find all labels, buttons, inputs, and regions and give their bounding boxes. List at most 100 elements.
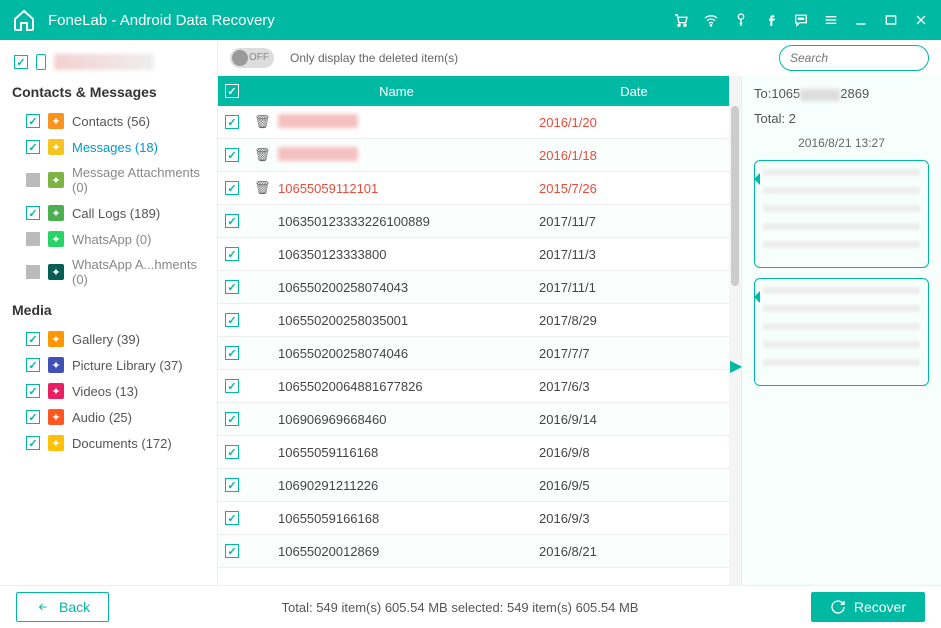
sidebar-item-label: Documents (172) xyxy=(72,436,172,451)
item-checkbox[interactable] xyxy=(26,114,40,128)
table-row[interactable]: 106550591161682016/9/8 xyxy=(218,436,729,469)
search-box[interactable] xyxy=(779,45,929,71)
sidebar-item[interactable]: ✦Picture Library (37) xyxy=(8,352,209,378)
toolbar: OFF Only display the deleted item(s) xyxy=(218,40,941,76)
cell-date: 2016/8/21 xyxy=(539,544,729,559)
toggle-state: OFF xyxy=(249,52,269,63)
deleted-only-toggle[interactable]: OFF xyxy=(230,48,274,68)
docs-icon: ✦ xyxy=(48,435,64,451)
table-row[interactable]: 🗑2016/1/20 xyxy=(218,106,729,139)
category-header: Contacts & Messages xyxy=(12,84,209,100)
table-row[interactable]: 1069069696684602016/9/14 xyxy=(218,403,729,436)
cell-date: 2016/9/3 xyxy=(539,511,729,526)
table-row[interactable]: 106550591661682016/9/3 xyxy=(218,502,729,535)
item-checkbox[interactable] xyxy=(26,232,40,246)
row-checkbox[interactable] xyxy=(225,247,239,261)
row-checkbox[interactable] xyxy=(225,346,239,360)
row-checkbox[interactable] xyxy=(225,379,239,393)
attach-icon: ✦ xyxy=(48,172,64,188)
minimize-icon[interactable] xyxy=(853,12,869,28)
cart-icon[interactable] xyxy=(673,12,689,28)
sidebar-item[interactable]: ✦ WhatsApp A...hments (0) xyxy=(8,252,209,292)
expand-arrow-icon[interactable]: ▶ xyxy=(730,356,742,376)
item-checkbox[interactable] xyxy=(26,410,40,424)
facebook-icon[interactable] xyxy=(763,12,779,28)
device-name-redacted xyxy=(54,54,154,70)
close-icon[interactable] xyxy=(913,12,929,28)
cell-date: 2016/1/18 xyxy=(539,148,729,163)
cell-name: 106550200258074046 xyxy=(272,346,539,361)
messages-icon: ✦ xyxy=(48,139,64,155)
item-checkbox[interactable] xyxy=(26,436,40,450)
sidebar-item[interactable]: ✦Contacts (56) xyxy=(8,108,209,134)
back-button[interactable]: Back xyxy=(16,592,109,622)
table-row[interactable]: 1065502002580350012017/8/29 xyxy=(218,304,729,337)
search-input[interactable] xyxy=(790,51,941,65)
select-all-checkbox[interactable] xyxy=(225,84,239,98)
scroll-thumb[interactable] xyxy=(731,106,739,286)
cell-date: 2017/6/3 xyxy=(539,379,729,394)
row-checkbox[interactable] xyxy=(225,181,239,195)
cell-name: 106350123333226100889 xyxy=(272,214,539,229)
sidebar-item[interactable]: ✦Gallery (39) xyxy=(8,326,209,352)
item-checkbox[interactable] xyxy=(26,265,40,279)
row-checkbox[interactable] xyxy=(225,511,239,525)
row-checkbox[interactable] xyxy=(225,115,239,129)
table-row[interactable]: 1065502002580740462017/7/7 xyxy=(218,337,729,370)
row-checkbox[interactable] xyxy=(225,280,239,294)
row-checkbox[interactable] xyxy=(225,313,239,327)
sidebar-item[interactable]: ✦Audio (25) xyxy=(8,404,209,430)
home-icon[interactable] xyxy=(12,8,36,32)
sidebar-item[interactable]: ✦Call Logs (189) xyxy=(8,200,209,226)
sidebar-item[interactable]: ✦Messages (18) xyxy=(8,134,209,160)
table-row[interactable]: 106902912112262016/9/5 xyxy=(218,469,729,502)
col-date[interactable]: Date xyxy=(539,84,729,99)
menu-icon[interactable] xyxy=(823,12,839,28)
recover-icon xyxy=(830,599,846,615)
item-checkbox[interactable] xyxy=(26,173,40,187)
table-row[interactable]: 106550200128692016/8/21 xyxy=(218,535,729,568)
whatsapp-att-icon: ✦ xyxy=(48,264,64,280)
table-row[interactable]: 🗑 2016/1/18 xyxy=(218,139,729,172)
key-icon[interactable] xyxy=(733,12,749,28)
item-checkbox[interactable] xyxy=(26,206,40,220)
cell-name: 10655059116168 xyxy=(272,445,539,460)
table-row[interactable]: 1065502002580740432017/11/1 xyxy=(218,271,729,304)
row-checkbox[interactable] xyxy=(225,478,239,492)
feedback-icon[interactable] xyxy=(793,12,809,28)
cell-date: 2016/9/5 xyxy=(539,478,729,493)
sidebar-item[interactable]: ✦ Documents (172) xyxy=(8,430,209,456)
message-content-redacted xyxy=(763,287,920,377)
maximize-icon[interactable] xyxy=(883,12,899,28)
preview-panel: ▶ To:10652869 Total: 2 2016/8/21 13:27 xyxy=(741,76,941,585)
sidebar-item-label: WhatsApp (0) xyxy=(72,232,151,247)
trash-icon: 🗑 xyxy=(254,147,272,163)
sidebar-item[interactable]: ✦Message Attachments (0) xyxy=(8,160,209,200)
row-checkbox[interactable] xyxy=(225,148,239,162)
table-row[interactable]: 106550200648816778262017/6/3 xyxy=(218,370,729,403)
recover-button[interactable]: Recover xyxy=(811,592,925,622)
row-checkbox[interactable] xyxy=(225,445,239,459)
row-checkbox[interactable] xyxy=(225,214,239,228)
titlebar: FoneLab - Android Data Recovery xyxy=(0,0,941,40)
device-row[interactable] xyxy=(8,50,209,74)
table-scrollbar[interactable] xyxy=(729,76,741,585)
item-checkbox[interactable] xyxy=(26,358,40,372)
wifi-icon[interactable] xyxy=(703,12,719,28)
table-row[interactable]: 🗑106550591121012015/7/26 xyxy=(218,172,729,205)
sidebar-item[interactable]: ✦Videos (13) xyxy=(8,378,209,404)
device-checkbox[interactable] xyxy=(14,55,28,69)
table-row[interactable]: 1063501233338002017/11/3 xyxy=(218,238,729,271)
sidebar-item-label: WhatsApp A...hments (0) xyxy=(72,257,209,287)
table-row[interactable]: 1063501233332261008892017/11/7 xyxy=(218,205,729,238)
cell-name: 10655059166168 xyxy=(272,511,539,526)
sidebar-item-label: Videos (13) xyxy=(72,384,138,399)
row-checkbox[interactable] xyxy=(225,544,239,558)
sidebar-item[interactable]: ✦WhatsApp (0) xyxy=(8,226,209,252)
row-checkbox[interactable] xyxy=(225,412,239,426)
item-checkbox[interactable] xyxy=(26,384,40,398)
gallery-icon: ✦ xyxy=(48,331,64,347)
item-checkbox[interactable] xyxy=(26,140,40,154)
item-checkbox[interactable] xyxy=(26,332,40,346)
col-name[interactable]: Name xyxy=(254,84,539,99)
